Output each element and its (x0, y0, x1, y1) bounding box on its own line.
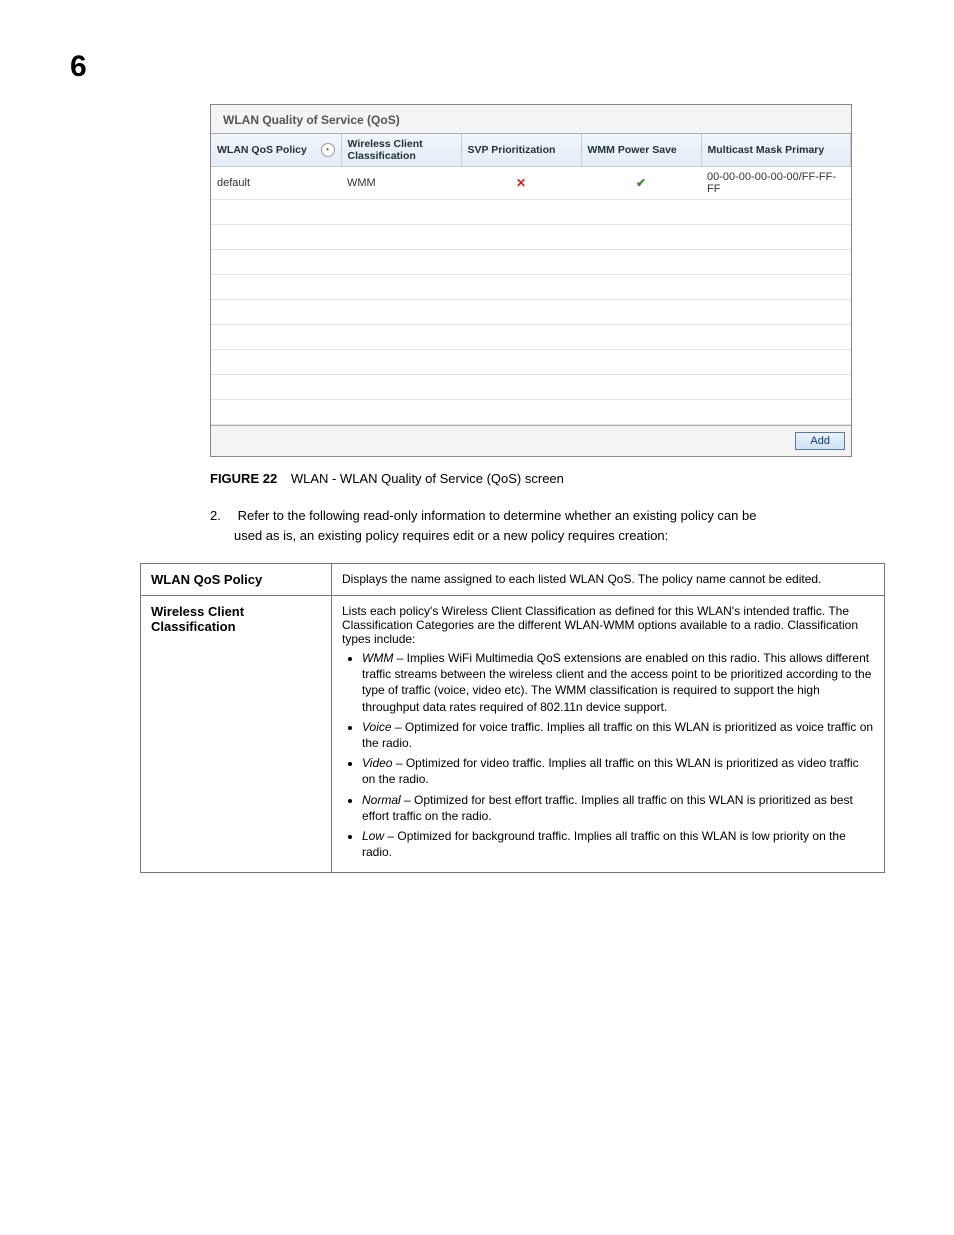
figure-number: FIGURE 22 (210, 471, 277, 486)
table-row (211, 400, 851, 425)
table-row (211, 200, 851, 225)
step-text-line1: Refer to the following read-only informa… (238, 508, 757, 523)
table-row: Wireless Client Classification Lists eac… (141, 596, 885, 873)
step-number: 2. (210, 506, 234, 526)
col-multicast[interactable]: Multicast Mask Primary (701, 134, 851, 167)
figure-text: WLAN - WLAN Quality of Service (QoS) scr… (291, 471, 564, 486)
table-row (211, 250, 851, 275)
col-svp[interactable]: SVP Prioritization (461, 134, 581, 167)
cell-classification: WMM (341, 167, 461, 200)
cell-policy: default (211, 167, 341, 200)
cross-icon: ✕ (516, 176, 526, 190)
table-row (211, 350, 851, 375)
table-row (211, 375, 851, 400)
table-row (211, 225, 851, 250)
col-policy-label: WLAN QoS Policy (217, 144, 307, 156)
list-item: Video – Optimized for video traffic. Imp… (362, 755, 874, 787)
info-label-policy: WLAN QoS Policy (141, 564, 332, 596)
qos-panel: WLAN Quality of Service (QoS) WLAN QoS P… (210, 104, 852, 457)
figure-caption: FIGURE 22 WLAN - WLAN Quality of Service… (210, 471, 884, 486)
sort-icon[interactable]: • (321, 143, 335, 157)
table-row (211, 275, 851, 300)
qos-table: WLAN QoS Policy • Wireless Client Classi… (211, 134, 851, 425)
step-2: 2. Refer to the following read-only info… (210, 506, 884, 545)
list-item: Normal – Optimized for best effort traff… (362, 792, 874, 824)
col-classification[interactable]: Wireless Client Classification (341, 134, 461, 167)
info-table: WLAN QoS Policy Displays the name assign… (140, 563, 885, 873)
info-text-policy: Displays the name assigned to each liste… (332, 564, 885, 596)
info-label-classification: Wireless Client Classification (141, 596, 332, 873)
step-text-line2: used as is, an existing policy requires … (234, 528, 668, 543)
check-icon: ✔ (636, 176, 646, 190)
list-item: Voice – Optimized for voice traffic. Imp… (362, 719, 874, 751)
page-number: 6 (70, 50, 884, 84)
classification-list: WMM – Implies WiFi Multimedia QoS extens… (342, 650, 874, 860)
info-text-classification: Lists each policy's Wireless Client Clas… (332, 596, 885, 873)
panel-footer: Add (211, 425, 851, 456)
col-wmm-power[interactable]: WMM Power Save (581, 134, 701, 167)
panel-title: WLAN Quality of Service (QoS) (211, 105, 851, 134)
col-policy[interactable]: WLAN QoS Policy • (211, 134, 341, 167)
info-intro: Lists each policy's Wireless Client Clas… (342, 604, 874, 646)
cell-wmm-power: ✔ (581, 167, 701, 200)
table-row (211, 325, 851, 350)
cell-svp: ✕ (461, 167, 581, 200)
table-header-row: WLAN QoS Policy • Wireless Client Classi… (211, 134, 851, 167)
table-row (211, 300, 851, 325)
table-row: WLAN QoS Policy Displays the name assign… (141, 564, 885, 596)
add-button[interactable]: Add (795, 432, 845, 450)
table-row[interactable]: default WMM ✕ ✔ 00-00-00-00-00-00/FF-FF-… (211, 167, 851, 200)
cell-multicast: 00-00-00-00-00-00/FF-FF-FF (701, 167, 851, 200)
list-item: Low – Optimized for background traffic. … (362, 828, 874, 860)
list-item: WMM – Implies WiFi Multimedia QoS extens… (362, 650, 874, 715)
